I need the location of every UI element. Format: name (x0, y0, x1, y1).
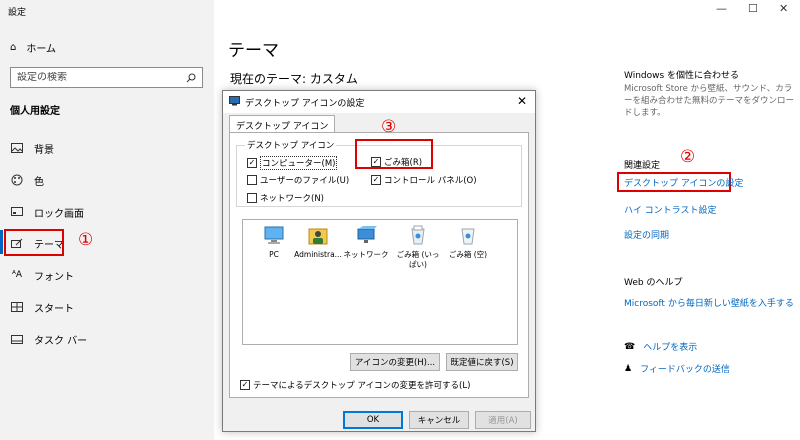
feedback-link-label: フィードバックの送信 (640, 365, 730, 375)
minimize-button[interactable]: — (716, 2, 727, 15)
checkbox-computer[interactable]: ✓ コンピューター(M) (247, 156, 338, 170)
search-icon (186, 73, 196, 83)
dialog-app-icon (229, 95, 240, 109)
annotation-marker-2: ② (680, 147, 696, 167)
annotation-box-theme (4, 229, 64, 256)
checkbox-allow-themes-label: テーマによるデスクトップ アイコンの変更を許可する(L) (253, 381, 471, 391)
annotation-marker-1: ① (78, 230, 94, 250)
palette-icon (10, 174, 24, 186)
apply-button[interactable]: 適用(A) (475, 411, 531, 429)
feedback-icon: ♟ (624, 363, 633, 374)
sidebar-item-label: 色 (34, 176, 44, 188)
desktop-icons-list[interactable]: PC Administra... ネットワーク ごみ箱 (いっぱい) ごみ箱 (… (242, 219, 518, 345)
sidebar-item-label: フォント (34, 271, 74, 283)
tab-desktop-icons[interactable]: デスクトップ アイコン (229, 115, 336, 133)
dialog-close-icon[interactable]: ✕ (517, 94, 527, 108)
sidebar-item-color[interactable]: 色 (10, 170, 44, 190)
annotation-marker-3: ③ (381, 117, 397, 137)
icon-label: ネットワーク (343, 250, 389, 259)
checkbox-allow-themes-box[interactable]: ✓ (240, 380, 250, 390)
checkbox-control-panel-box[interactable]: ✓ (371, 175, 381, 185)
personalize-title: Windows を個性に合わせる (624, 71, 740, 81)
sidebar-item-font[interactable]: ᴬA フォント (10, 265, 74, 285)
help-link-label: ヘルプを表示 (643, 343, 698, 353)
checkbox-network[interactable]: ネットワーク(N) (247, 192, 324, 204)
sidebar: 設定 ⌂ ホーム 個人用設定 背景 色 ロック画面 テーマ ᴬA (0, 0, 214, 440)
icon-label: ごみ箱 (空) (448, 250, 488, 259)
checkbox-computer-label: コンピューター(M) (260, 156, 338, 170)
network-icon (355, 224, 377, 246)
web-help-title: Web のヘルプ (624, 278, 683, 288)
sidebar-item-label: ロック画面 (34, 208, 84, 220)
font-icon: ᴬA (11, 270, 23, 280)
recycle-bin-full-icon (407, 224, 429, 246)
personalize-description: Microsoft Store から壁紙、サウンド、カラーを組み合わせた無料のテ… (624, 84, 795, 118)
checkbox-control-panel-label: コントロール パネル(O) (384, 176, 477, 186)
search-box[interactable] (10, 67, 203, 88)
tab-panel: デスクトップ アイコン ✓ コンピューター(M) ✓ ごみ箱(R) ユーザーのフ… (229, 132, 529, 398)
list-item-recycle-bin-full[interactable]: ごみ箱 (いっぱい) (393, 224, 443, 270)
taskbar-icon (10, 334, 24, 344)
groupbox-title: デスクトップ アイコン (245, 139, 337, 151)
home-icon: ⌂ (10, 42, 17, 53)
checkbox-user-files-box[interactable] (247, 175, 257, 185)
help-icon: ☎ (624, 341, 636, 352)
recycle-bin-empty-icon (457, 224, 479, 246)
icon-label: PC (269, 250, 279, 259)
checkbox-user-files[interactable]: ユーザーのファイル(U) (247, 174, 349, 186)
ok-button[interactable]: OK (343, 411, 403, 429)
list-item-network[interactable]: ネットワーク (341, 224, 391, 260)
list-item-administrator[interactable]: Administra... (293, 224, 343, 260)
annotation-box-recycle-bin (355, 139, 433, 169)
sidebar-item-background[interactable]: 背景 (10, 138, 54, 158)
home-label: ホーム (26, 44, 57, 55)
list-item-pc[interactable]: PC (249, 224, 299, 260)
help-link[interactable]: ☎ ヘルプを表示 (624, 340, 698, 354)
checkbox-user-files-label: ユーザーのファイル(U) (260, 176, 350, 186)
high-contrast-link[interactable]: ハイ コントラスト設定 (624, 203, 717, 216)
sidebar-item-start[interactable]: スタート (10, 297, 74, 317)
related-settings-title: 関連設定 (624, 161, 661, 171)
app-title: 設定 (8, 8, 27, 18)
feedback-link[interactable]: ♟ フィードバックの送信 (624, 362, 730, 376)
desktop-icon-settings-dialog: デスクトップ アイコンの設定 ✕ デスクトップ アイコン デスクトップ アイコン… (222, 90, 536, 432)
dialog-titlebar[interactable]: デスクトップ アイコンの設定 ✕ (223, 91, 535, 113)
sidebar-item-taskbar[interactable]: タスク バー (10, 329, 87, 349)
section-label: 個人用設定 (10, 106, 60, 117)
checkbox-control-panel[interactable]: ✓ コントロール パネル(O) (371, 174, 477, 186)
sidebar-item-lock-screen[interactable]: ロック画面 (10, 202, 84, 222)
search-input[interactable] (17, 72, 177, 83)
checkbox-network-box[interactable] (247, 193, 257, 203)
home-nav[interactable]: ⌂ ホーム (10, 40, 56, 55)
current-theme-label: 現在のテーマ: カスタム (230, 72, 358, 86)
start-icon (10, 302, 24, 312)
maximize-button[interactable]: ☐ (748, 2, 758, 15)
checkbox-network-label: ネットワーク(N) (260, 194, 324, 204)
checkbox-allow-themes[interactable]: ✓ テーマによるデスクトップ アイコンの変更を許可する(L) (240, 379, 470, 391)
close-window-button[interactable]: ✕ (779, 2, 788, 15)
restore-default-button[interactable]: 既定値に戻す(S) (446, 353, 518, 371)
desktop-icon-settings-link[interactable]: デスクトップ アイコンの設定 (624, 176, 743, 189)
sidebar-item-label: 背景 (34, 144, 54, 156)
lock-screen-icon (10, 207, 24, 217)
active-indicator (0, 230, 3, 254)
icon-label: ごみ箱 (いっぱい) (396, 250, 440, 269)
pc-icon (263, 224, 285, 246)
sidebar-item-label: タスク バー (34, 335, 88, 347)
sidebar-item-label: スタート (34, 303, 74, 315)
change-icon-button[interactable]: アイコンの変更(H)... (350, 353, 440, 371)
list-item-recycle-bin-empty[interactable]: ごみ箱 (空) (443, 224, 493, 260)
checkbox-computer-box[interactable]: ✓ (247, 158, 257, 168)
page-title: テーマ (228, 41, 279, 61)
daily-wallpaper-link[interactable]: Microsoft から毎日新しい壁紙を入手する (624, 296, 794, 309)
cancel-button[interactable]: キャンセル (409, 411, 469, 429)
sync-settings-link[interactable]: 設定の同期 (624, 228, 669, 241)
icon-label: Administra... (294, 250, 342, 259)
user-folder-icon (307, 224, 329, 246)
image-icon (10, 143, 24, 153)
dialog-title: デスクトップ アイコンの設定 (245, 98, 365, 109)
